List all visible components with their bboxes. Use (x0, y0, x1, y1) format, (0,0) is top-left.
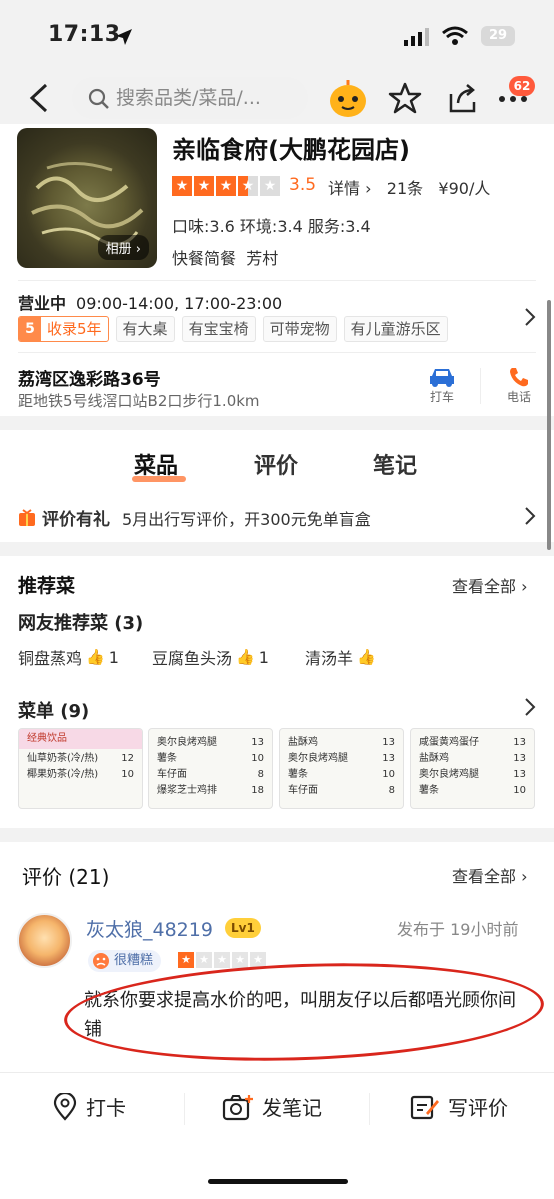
shop-tags[interactable]: 5 收录5年 有大桌 有宝宝椅 可带宠物 有儿童游乐区 (18, 316, 448, 342)
shop-category: 快餐简餐 芳村 (172, 249, 279, 268)
recommend-see-all[interactable]: 查看全部 › (452, 573, 528, 597)
battery-indicator: 29 (481, 26, 515, 46)
tab-dishes[interactable]: 菜品 (134, 448, 178, 480)
shop-address[interactable]: 荔湾区逸彩路36号 (18, 365, 161, 390)
review-stars: ★ ★ ★ ★ ★ (178, 952, 266, 968)
divider (18, 352, 536, 353)
tag: 有儿童游乐区 (343, 316, 448, 342)
post-note-button[interactable]: 发笔记 (222, 1092, 322, 1121)
wifi-icon (442, 26, 468, 45)
status-time: 17:13 (48, 22, 121, 47)
write-review-button[interactable]: 写评价 (410, 1092, 508, 1121)
location-arrow-icon (116, 29, 132, 45)
search-placeholder: 搜索品类/菜品/... (116, 87, 261, 109)
back-arrow-icon[interactable] (26, 82, 52, 114)
recommend-title: 推荐菜 (18, 575, 76, 597)
dish-item[interactable]: 清汤羊 👍 (305, 645, 376, 669)
rating-stars: ★ ★ ★ ★ ★ (172, 176, 280, 196)
menu-photo[interactable]: 奥尔良烤鸡腿 13 薯条 10 车仔面 8 爆浆芝士鸡排 18 (148, 728, 273, 809)
star-icon: ★ (216, 176, 236, 196)
edit-review-icon (410, 1095, 439, 1119)
chevron-right-icon[interactable] (524, 697, 536, 717)
reviews-see-all[interactable]: 查看全部 › (452, 863, 528, 887)
half-star-icon: ★ (238, 176, 258, 196)
signal-icon (404, 28, 429, 46)
tag: 有大桌 (115, 316, 175, 342)
review-rating-tag: 很糟糕 (88, 950, 162, 972)
menu-photo[interactable]: 盐酥鸡 13 奥尔良烤鸡腿 13 薯条 10 车仔面 8 (279, 728, 404, 809)
empty-star-icon: ★ (232, 952, 248, 968)
promo-banner[interactable]: 评价有礼 5月出行写评价，开300元免单盲盒 (18, 505, 371, 530)
years-listed-tag: 5 收录5年 (18, 316, 109, 342)
empty-star-icon: ★ (196, 952, 212, 968)
thumbs-up-icon: 👍 (357, 648, 376, 666)
chevron-right-icon[interactable] (524, 307, 536, 327)
tab-reviews[interactable]: 评价 (254, 448, 298, 480)
tag: 可带宠物 (262, 316, 337, 342)
menu-title: 菜单 (9) (18, 701, 90, 722)
avatar[interactable] (17, 913, 72, 968)
search-input[interactable]: 搜索品类/菜品/... (72, 77, 308, 119)
taxi-button[interactable]: 打车 (417, 366, 467, 405)
divider (18, 280, 536, 281)
thumbs-up-icon: 👍 (86, 648, 105, 666)
dish-item[interactable]: 铜盘蒸鸡 👍 1 (18, 645, 119, 669)
shop-photo[interactable]: 相册 › (17, 128, 157, 268)
dish-item[interactable]: 豆腐鱼头汤 👍 1 (152, 645, 269, 669)
share-icon[interactable] (447, 82, 479, 114)
location-pin-icon (53, 1092, 77, 1121)
recommend-subtitle: 网友推荐菜 (3) (18, 613, 144, 634)
sub-scores: 口味:3.6 环境:3.4 服务:3.4 (172, 217, 371, 236)
camera-plus-icon (222, 1094, 253, 1120)
divider (480, 368, 481, 404)
star-icon: ★ (172, 176, 192, 196)
menu-photo[interactable]: 经典饮品 仙草奶茶(冷/热) 12 椰果奶茶(冷/热) 10 (18, 728, 143, 809)
favorite-star-icon[interactable] (388, 82, 422, 114)
user-level-badge: Lv1 (225, 918, 261, 938)
checkin-button[interactable]: 打卡 (52, 1092, 126, 1121)
review-time: 发布于 19小时前 (397, 920, 519, 939)
sad-face-icon (93, 953, 109, 969)
review-username[interactable]: 灰太狼_48219 (86, 915, 213, 942)
star-icon: ★ (194, 176, 214, 196)
notification-badge: 62 (509, 76, 535, 96)
detail-link[interactable]: 详情 (328, 179, 360, 198)
album-button[interactable]: 相册 › (97, 235, 149, 260)
phone-icon (510, 368, 528, 387)
thumbs-up-icon: 👍 (236, 648, 255, 666)
scrollbar[interactable] (547, 300, 551, 550)
empty-star-icon: ★ (214, 952, 230, 968)
detail-row[interactable]: 详情 › 21条 ¥90/人 (328, 175, 490, 199)
review-count: 21条 (386, 179, 424, 198)
shop-name: 亲临食府(大鹏花园店) (172, 136, 410, 164)
business-hours[interactable]: 营业中 09:00-14:00, 17:00-23:00 (18, 290, 282, 314)
car-icon (430, 369, 454, 387)
tag: 有宝宝椅 (181, 316, 256, 342)
tab-notes[interactable]: 笔记 (373, 448, 417, 480)
menu-photo[interactable]: 咸蛋黄鸡蛋仔 13 盐酥鸡 13 奥尔良烤鸡腿 13 薯条 10 (410, 728, 535, 809)
empty-star-icon: ★ (260, 176, 280, 196)
reviews-title: 评价 (21) (22, 865, 110, 889)
phone-button[interactable]: 电话 (494, 366, 544, 405)
chevron-right-icon[interactable] (524, 506, 536, 526)
mascot-icon[interactable] (328, 80, 368, 118)
price-per-person: ¥90/人 (438, 179, 491, 198)
gift-icon (19, 508, 35, 526)
star-icon: ★ (178, 952, 194, 968)
divider (184, 1093, 185, 1125)
home-indicator (208, 1179, 348, 1184)
divider (369, 1093, 370, 1125)
metro-distance: 距地铁5号线滘口站B2口步行1.0km (18, 392, 260, 410)
search-icon (88, 88, 109, 109)
rating-score: 3.5 (289, 175, 317, 195)
